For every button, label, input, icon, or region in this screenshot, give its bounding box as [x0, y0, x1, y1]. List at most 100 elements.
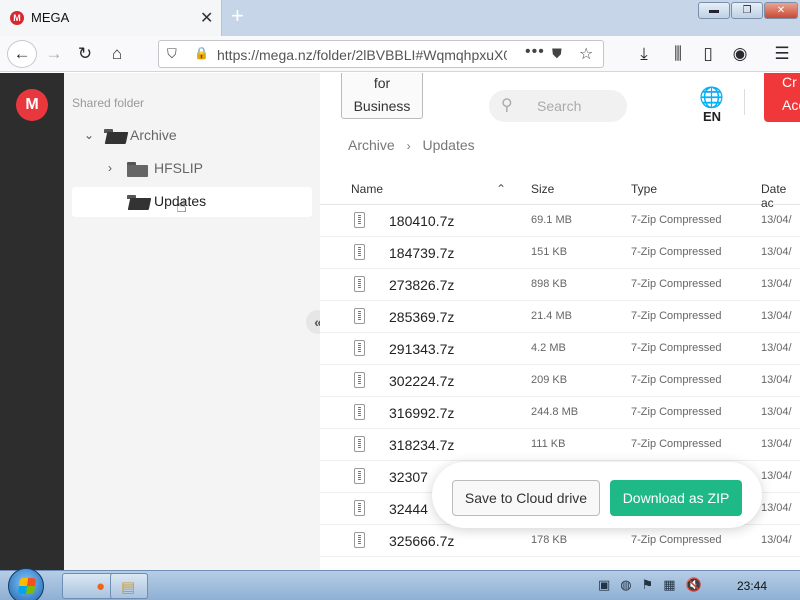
- forward-button[interactable]: →: [42, 43, 66, 65]
- table-row[interactable]: 325666.7z 178 KB 7-Zip Compressed 13/04/: [320, 525, 800, 557]
- folder-open-icon: [127, 195, 152, 210]
- file-type: 7-Zip Compressed: [631, 246, 722, 258]
- folder-icon: [127, 162, 148, 177]
- file-type: 7-Zip Compressed: [631, 278, 722, 290]
- menu-icon[interactable]: ☰: [770, 43, 794, 65]
- library-icon[interactable]: ⫼: [666, 43, 690, 65]
- table-row[interactable]: 302224.7z 209 KB 7-Zip Compressed 13/04/: [320, 365, 800, 397]
- column-name[interactable]: Name: [351, 182, 383, 196]
- file-name: 325666.7z: [389, 533, 455, 549]
- file-date: 13/04/: [761, 214, 792, 226]
- file-size: 244.8 MB: [531, 406, 579, 418]
- browser-nav-bar: ← → ↻ ⌂ ⛉ 🔒 https://mega.nz/folder/2lBVB…: [0, 36, 800, 72]
- search-box[interactable]: ⚲ Search: [489, 90, 627, 122]
- shield-icon[interactable]: ⛉: [167, 46, 177, 62]
- maximize-button[interactable]: ❐: [731, 2, 763, 19]
- mega-favicon-icon: M: [10, 11, 24, 25]
- archive-file-icon: [354, 212, 365, 228]
- file-date: 13/04/: [761, 246, 792, 258]
- file-date: 13/04/: [761, 278, 792, 290]
- table-row[interactable]: 316992.7z 244.8 MB 7-Zip Compressed 13/0…: [320, 397, 800, 429]
- pocket-icon[interactable]: ⛊: [552, 46, 562, 62]
- folder-open-icon: [104, 129, 129, 144]
- language-label[interactable]: EN: [703, 109, 721, 124]
- file-type: 7-Zip Compressed: [631, 214, 722, 226]
- tree-item-label: Archive: [130, 127, 177, 143]
- table-row[interactable]: 273826.7z 898 KB 7-Zip Compressed 13/04/: [320, 269, 800, 301]
- start-button[interactable]: [8, 568, 44, 600]
- create-account-button[interactable]: Cr Acc: [764, 73, 800, 122]
- tray-network-icon[interactable]: ▦: [663, 577, 675, 593]
- create-account-line2: Acc: [782, 97, 800, 113]
- taskbar-clock[interactable]: 23:44: [737, 579, 767, 593]
- file-name: 291343.7z: [389, 341, 455, 357]
- mega-logo[interactable]: M: [16, 89, 48, 121]
- file-date: 13/04/: [761, 374, 792, 386]
- back-button[interactable]: ←: [7, 40, 37, 68]
- windows-logo-icon: [17, 578, 37, 594]
- file-date: 13/04/: [761, 342, 792, 354]
- sort-ascending-icon[interactable]: ⌃: [496, 182, 506, 196]
- file-size: 21.4 MB: [531, 310, 572, 322]
- tray-volume-icon[interactable]: 🔇: [686, 577, 702, 593]
- file-type: 7-Zip Compressed: [631, 438, 722, 450]
- mega-business-button[interactable]: for Business: [341, 73, 423, 119]
- windows-taskbar: ● ▤ ▣ ◍ ⚑ ▦ 🔇 23:44: [0, 568, 800, 600]
- mega-left-rail: M: [0, 73, 64, 570]
- archive-file-icon: [354, 500, 365, 516]
- bookmark-star-icon[interactable]: ☆: [579, 44, 593, 64]
- breadcrumb-updates[interactable]: Updates: [422, 137, 474, 153]
- table-row[interactable]: 180410.7z 69.1 MB 7-Zip Compressed 13/04…: [320, 205, 800, 237]
- archive-file-icon: [354, 436, 365, 452]
- tree-item-updates[interactable]: Updates: [72, 187, 312, 217]
- tree-item-hfslip[interactable]: › HFSLIP: [72, 154, 312, 184]
- divider: [744, 89, 745, 115]
- minimize-button[interactable]: ▬: [698, 2, 730, 19]
- table-row[interactable]: 184739.7z 151 KB 7-Zip Compressed 13/04/: [320, 237, 800, 269]
- tree-item-archive[interactable]: ⌄ Archive: [72, 121, 312, 151]
- table-row[interactable]: 318234.7z 111 KB 7-Zip Compressed 13/04/: [320, 429, 800, 461]
- archive-file-icon: [354, 532, 365, 548]
- sidebar-toggle-icon[interactable]: ▯: [696, 43, 720, 65]
- hand-cursor-icon: ☝: [176, 196, 187, 216]
- taskbar-explorer[interactable]: ▤: [110, 573, 148, 599]
- url-bar[interactable]: ⛉ 🔒 https://mega.nz/folder/2lBVBBLI#Wqmq…: [158, 40, 604, 68]
- home-button[interactable]: ⌂: [105, 43, 129, 65]
- column-size[interactable]: Size: [531, 182, 554, 196]
- file-size: 898 KB: [531, 278, 568, 290]
- archive-file-icon: [354, 308, 365, 324]
- window-close-button[interactable]: ✕: [764, 2, 798, 19]
- lock-icon[interactable]: 🔒: [194, 46, 209, 60]
- archive-file-icon: [354, 276, 365, 292]
- archive-file-icon: [354, 372, 365, 388]
- download-zip-button[interactable]: Download as ZIP: [610, 480, 742, 516]
- file-date: 13/04/: [761, 406, 792, 418]
- account-icon[interactable]: ◉: [728, 43, 752, 65]
- tab-close-icon[interactable]: ✕: [200, 8, 213, 28]
- file-name: 273826.7z: [389, 277, 455, 293]
- save-to-cloud-button[interactable]: Save to Cloud drive: [452, 480, 600, 516]
- tray-document-icon[interactable]: ▣: [598, 577, 610, 593]
- file-name: 32307: [389, 469, 428, 485]
- new-tab-button[interactable]: +: [231, 3, 244, 29]
- chevron-right-icon[interactable]: ›: [108, 161, 112, 175]
- chevron-down-icon[interactable]: ⌄: [84, 128, 94, 142]
- table-row[interactable]: 291343.7z 4.2 MB 7-Zip Compressed 13/04/: [320, 333, 800, 365]
- tray-security-icon[interactable]: ◍: [620, 577, 631, 593]
- file-type: 7-Zip Compressed: [631, 342, 722, 354]
- file-name: 184739.7z: [389, 245, 455, 261]
- column-type[interactable]: Type: [631, 182, 657, 196]
- reload-button[interactable]: ↻: [73, 43, 97, 65]
- download-action-bar: Save to Cloud drive Download as ZIP: [432, 462, 762, 528]
- table-row[interactable]: 285369.7z 21.4 MB 7-Zip Compressed 13/04…: [320, 301, 800, 333]
- create-account-line1: Cr: [782, 74, 797, 90]
- download-icon[interactable]: ⤓: [632, 43, 656, 65]
- tray-flag-icon[interactable]: ⚑: [642, 577, 654, 593]
- page-actions-icon[interactable]: •••: [525, 43, 545, 61]
- url-text[interactable]: https://mega.nz/folder/2lBVBBLI#Wqmqhpxu…: [217, 47, 507, 63]
- breadcrumb-archive[interactable]: Archive: [348, 137, 395, 153]
- search-icon: ⚲: [501, 97, 513, 114]
- browser-tab[interactable]: M MEGA ✕: [0, 0, 222, 36]
- globe-icon[interactable]: 🌐: [699, 85, 724, 110]
- file-date: 13/04/: [761, 310, 792, 322]
